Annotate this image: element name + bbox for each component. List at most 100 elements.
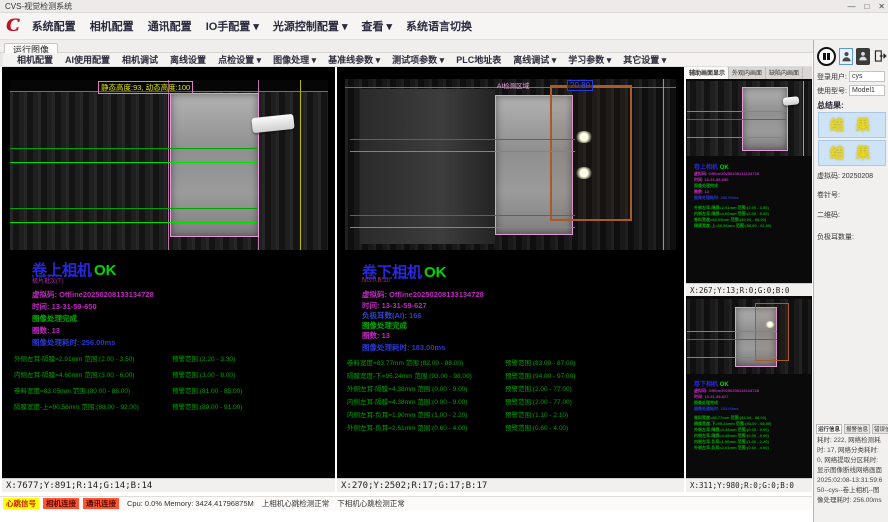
warn-range: 预警范围:(83.00 - 87.00) — [505, 357, 575, 367]
measure-value: 内侧左耳-隔膜=4.38mm 范围:(0.00 - 9.00) — [347, 396, 467, 406]
title-bar: CVS-视觉检测系统 — □ ✕ — [0, 0, 888, 13]
tool-learn-params[interactable]: 学习参数 ▾ — [562, 53, 617, 66]
upper-camera-heartbeat-status: 上相机心跳检测正常 — [262, 498, 330, 509]
tool-plc-address[interactable]: PLC地址表 — [450, 53, 507, 66]
thumb-tab-appearance[interactable]: 外观内画面 — [729, 67, 766, 79]
measure-row: 卷料宽度=83.77mm 范围:(82.00 - 88.00)预警范围:(83.… — [347, 357, 682, 370]
tool-baseline-params[interactable]: 基准线参数 ▾ — [322, 53, 386, 66]
measure-line — [350, 139, 575, 140]
virtual-code-line: 虚拟码: Offline20250208133134728 — [32, 289, 154, 300]
menu-io-config[interactable]: IO手配置 ▾ — [199, 18, 266, 34]
minimize-button[interactable]: — — [847, 0, 855, 13]
measure-line — [687, 137, 786, 138]
mini-measure: 外侧左耳-负耳=2.61mm 范围:(0.60 - 4.00) — [694, 445, 809, 451]
upper-measurements: 外侧左耳-隔膜=2.91mm 范围:(2.00 - 3.50)预警范围:(2.2… — [14, 353, 332, 417]
pause-button[interactable] — [817, 47, 836, 66]
ai-region-label: AI检测区域 — [497, 80, 529, 90]
toolbar: 相机配置 AI使用配置 相机调试 离线设置 点检设置 ▾ 图像处理 ▾ 基准线参… — [0, 53, 812, 67]
thumb1-image[interactable] — [687, 81, 811, 156]
tool-offline-debug[interactable]: 离线调试 ▾ — [507, 53, 562, 66]
warn-range: 预警范围:(3.00 - 8.00) — [172, 369, 235, 379]
thumb-tab-aux[interactable]: 辅助画面显示 — [686, 67, 729, 79]
tool-ai-config[interactable]: AI使用配置 — [59, 53, 116, 66]
elapsed-line: 图像处理耗时: 256.00ms — [32, 337, 115, 348]
thumb1-coord-bar: X:267;Y:13;R:0;G:0;B:0 — [686, 283, 812, 296]
thumbnail-tabs: 辅助画面显示 外观内画面 缺陷内画面 — [686, 67, 812, 79]
warn-range: 预警范围:(0.60 - 4.00) — [505, 422, 568, 432]
measure-row: 内侧左耳-隔膜=4.38mm 范围:(0.00 - 9.00)预警范围:(2.0… — [347, 396, 682, 409]
lower-camera-panel: AI检测区域 20.80 卷下相机OK NG:0,B:10 虚拟码: Offli… — [337, 67, 684, 478]
measure-row: 外侧左耳-负耳=2.61mm 范围:(0.60 - 4.00) 预警范围:(0.6… — [347, 422, 682, 435]
result-box-lower: 结 果 — [818, 140, 886, 166]
yellow-ruler-line — [300, 80, 301, 250]
thumb2-coord-bar: X:311;Y:980;R:0;G:0;B:0 — [686, 478, 812, 492]
app-window: CVS-视觉检测系统 — □ ✕ C 系统配置 相机配置 通讯配置 IO手配置 … — [0, 0, 888, 522]
measure-row: 卷料宽度=83.05mm 范围:(80.00 - 86.00)预警范围:(81.… — [14, 385, 332, 401]
tool-spot-check[interactable]: 点检设置 ▾ — [212, 53, 267, 66]
measure-value: 内侧左耳-隔膜=4.60mm 范围:(3.00 - 6.00) — [14, 369, 134, 379]
lower-camera-coord-bar: X:270;Y:2502;R:17;G:17;B:17 — [337, 478, 684, 492]
measure-line — [10, 148, 257, 149]
tool-image-process[interactable]: 图像处理 ▾ — [267, 53, 322, 66]
yellow-ruler-line — [803, 81, 804, 156]
measure-value: 外侧左耳-负耳=2.61mm 范围:(0.60 - 4.00) — [347, 422, 467, 432]
tool-other-settings[interactable]: 其它设置 ▾ — [617, 53, 672, 66]
menu-system-config[interactable]: 系统配置 — [25, 18, 83, 34]
close-button[interactable]: ✕ — [878, 0, 885, 13]
tool-camera-config[interactable]: 相机配置 — [11, 53, 59, 66]
ai-detect-rect — [550, 85, 632, 221]
login-user-label: 登录用户: — [817, 72, 847, 82]
info-tab-run[interactable]: 运行信息 — [816, 424, 842, 434]
measure-row: 隔膜宽度-下=95.24mm 范围:(93.00 - 98.00)预警范围:(9… — [347, 370, 682, 383]
menu-view[interactable]: 查看 ▾ — [354, 18, 399, 34]
time-line: 时间: 13-31-59-650 — [32, 301, 97, 312]
model-label: 使用型号: — [817, 86, 847, 96]
cpu-memory-status: Cpu: 0.0% Memory: 3424.41796875M — [127, 499, 254, 508]
virtual-code-line: 虚拟码: Offline20250208133134728 — [362, 289, 484, 300]
measure-line — [350, 215, 575, 216]
warn-range: 预警范围:(2.20 - 3.30) — [172, 353, 235, 363]
maximize-button[interactable]: □ — [864, 0, 869, 13]
warn-range: 预警范围:(2.00 - 77.00) — [505, 383, 572, 393]
tool-test-params[interactable]: 测试项参数 ▾ — [386, 53, 450, 66]
user-switch-icon[interactable] — [856, 48, 870, 65]
lower-measurements: 卷料宽度=83.77mm 范围:(82.00 - 88.00)预警范围:(83.… — [347, 357, 682, 435]
model-row: 使用型号: Model1 — [817, 85, 887, 96]
total-result-label: 总结果: — [817, 100, 844, 111]
exit-icon[interactable] — [873, 48, 887, 65]
lower-camera-image[interactable]: AI检测区域 20.80 — [345, 79, 676, 250]
tool-camera-debug[interactable]: 相机调试 — [116, 53, 164, 66]
process-done-line: 图像处理完成 — [32, 313, 77, 324]
upper-result-subtitle: 极片批次(T) — [32, 276, 64, 285]
machine-structure — [360, 89, 495, 244]
upper-camera-image[interactable]: 静态高度:93, 动态高度:100 — [10, 80, 328, 250]
pink-guide-right — [663, 79, 664, 250]
upper-camera-coord-bar: X:7677;Y:891;R:14;G:14;B:14 — [2, 478, 335, 492]
menu-camera-config[interactable]: 相机配置 — [83, 18, 141, 34]
menu-language-switch[interactable]: 系统语言切换 — [399, 18, 479, 34]
user-login-icon[interactable] — [839, 48, 853, 65]
comm-connect-badge: 通讯连接 — [83, 498, 119, 509]
thumb-tab-defect[interactable]: 缺陷内画面 — [766, 67, 803, 79]
tool-offline-settings[interactable]: 离线设置 — [164, 53, 212, 66]
menu-comm-config[interactable]: 通讯配置 — [141, 18, 199, 34]
model-field[interactable]: Model1 — [849, 85, 885, 96]
info-tab-alarm[interactable]: 报警信息 — [844, 424, 870, 434]
ai-value-box: 20.80 — [567, 80, 593, 91]
measure-line — [10, 208, 257, 209]
thumb2-image[interactable] — [687, 299, 811, 374]
measure-row: 外侧左耳-隔膜=4.38mm 范围:(0.00 - 9.00)预警范围:(2.0… — [347, 383, 682, 396]
turns-line: 圈数: 13 — [362, 330, 390, 341]
thumb2-result-text: 卷下相机 OK 虚拟码: Offline20250208133134728 时间… — [694, 379, 809, 474]
turns-line: 圈数: 13 — [32, 325, 60, 336]
login-user-row: 登录用户: cys — [817, 71, 887, 82]
window-title: CVS-视觉检测系统 — [5, 1, 72, 12]
measure-row: 隔膜宽度-上=90.56mm 范围:(88.00 - 92.00)预警范围:(8… — [14, 401, 332, 417]
mini-title: 卷上相机 OK — [694, 162, 809, 171]
mini-measure: 隔膜宽度-上=90.56mm 范围:(88.00 - 92.00) — [694, 223, 809, 229]
menu-light-config[interactable]: 光源控制配置 ▾ — [266, 18, 355, 34]
info-tab-error[interactable]: 错误信息 — [872, 424, 888, 434]
login-user-field[interactable]: cys — [849, 71, 885, 82]
run-log-text: 耗时: 222, 网络检测耗时: 17, 网络分类耗时: 0, 网络提取分区耗时… — [817, 436, 885, 522]
measure-line — [687, 357, 777, 358]
